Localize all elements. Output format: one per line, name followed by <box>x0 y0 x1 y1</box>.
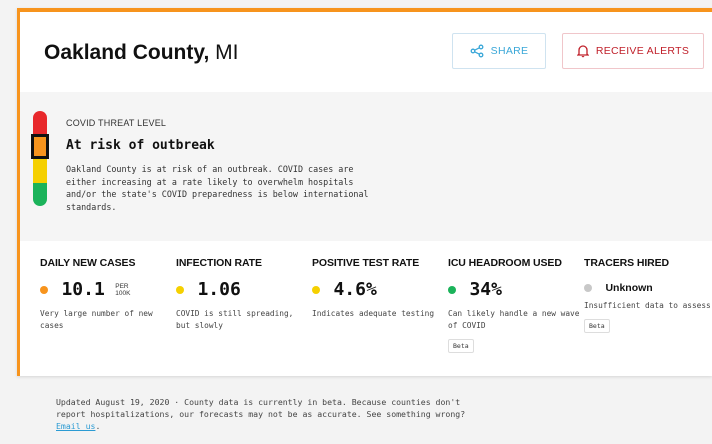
share-label: SHARE <box>490 45 529 57</box>
metric-value-row: Unknown <box>584 279 712 295</box>
unit-bottom: 100K <box>115 289 131 297</box>
county-data-disclaimer: Updated August 19, 2020 · County data is… <box>56 396 486 432</box>
metric-label: DAILY NEW CASES <box>40 257 136 269</box>
green-status-dot <box>448 285 456 294</box>
metric-description: COVID is still spreading, but slowly <box>176 309 294 330</box>
unit-top: PER <box>115 282 129 290</box>
page-title: Oakland County, MI <box>44 39 238 67</box>
disclaimer-suffix: . <box>95 421 101 431</box>
disclaimer-text: Updated August 19, 2020 · County data is… <box>56 397 466 419</box>
threat-level-title: At risk of outbreak <box>66 138 215 153</box>
metric-value-row: 34% <box>448 279 583 303</box>
county-name: Oakland County, <box>44 41 210 64</box>
share-button[interactable]: SHARE <box>452 33 546 69</box>
metric-positive-test-rate: POSITIVE TEST RATE 4.6% Indicates adequa… <box>312 257 447 320</box>
state-name: MI <box>215 41 239 64</box>
yellow-status-dot <box>312 285 320 294</box>
orange-status-dot <box>40 285 48 294</box>
metric-value-row: 10.1 PER 100K <box>40 279 175 303</box>
threat-level-label: COVID THREAT LEVEL <box>66 118 167 128</box>
yellow-status-dot <box>176 285 184 294</box>
gray-status-dot <box>584 283 592 292</box>
threat-meter-green <box>33 183 47 206</box>
metric-value: 4.6% <box>333 279 377 300</box>
threat-meter-red <box>33 111 47 135</box>
metric-description: Very large number of new cases <box>40 309 153 330</box>
current-threat-indicator <box>31 134 49 159</box>
metric-description: Indicates adequate testing <box>312 309 435 318</box>
metric-value: 34% <box>469 279 502 300</box>
beta-badge: Beta <box>448 339 474 353</box>
threat-level-description: Oakland County is at risk of an outbreak… <box>66 164 369 212</box>
metric-label: ICU HEADROOM USED <box>448 257 562 269</box>
metric-value-row: 1.06 <box>176 279 311 303</box>
beta-badge: Beta <box>584 319 610 333</box>
metric-value: 1.06 <box>197 279 241 300</box>
metric-description: Can likely handle a new wave of COVID <box>448 309 580 330</box>
metric-daily-new-cases: DAILY NEW CASES 10.1 PER 100K Very large… <box>40 257 175 332</box>
threat-level-section: COVID THREAT LEVEL At risk of outbreak O… <box>20 92 712 241</box>
bell-icon <box>576 45 589 58</box>
metric-description: Insufficient data to assess <box>584 301 711 310</box>
receive-alerts-button[interactable]: RECEIVE ALERTS <box>562 33 704 69</box>
metric-tracers-hired: TRACERS HIRED Unknown Insufficient data … <box>584 257 712 333</box>
county-header: Oakland County, MI SHARE RECEIVE ALERTS <box>20 12 712 96</box>
threat-meter-yellow <box>33 159 47 183</box>
metric-value-row: 4.6% <box>312 279 447 303</box>
metric-infection-rate: INFECTION RATE 1.06 COVID is still sprea… <box>176 257 311 332</box>
metric-label: TRACERS HIRED <box>584 257 670 269</box>
metric-icu-headroom-used: ICU HEADROOM USED 34% Can likely handle … <box>448 257 583 353</box>
receive-alerts-label: RECEIVE ALERTS <box>595 45 690 57</box>
email-us-link[interactable]: Email us <box>56 421 95 431</box>
metric-value: Unknown <box>605 281 653 294</box>
share-icon <box>470 44 484 58</box>
metric-label: POSITIVE TEST RATE <box>312 257 420 269</box>
metric-unit: PER 100K <box>115 283 130 297</box>
metric-value: 10.1 <box>61 279 105 300</box>
threat-level-meter <box>31 111 49 206</box>
county-card: Oakland County, MI SHARE RECEIVE ALERTS <box>17 8 712 376</box>
metric-label: INFECTION RATE <box>176 257 262 269</box>
